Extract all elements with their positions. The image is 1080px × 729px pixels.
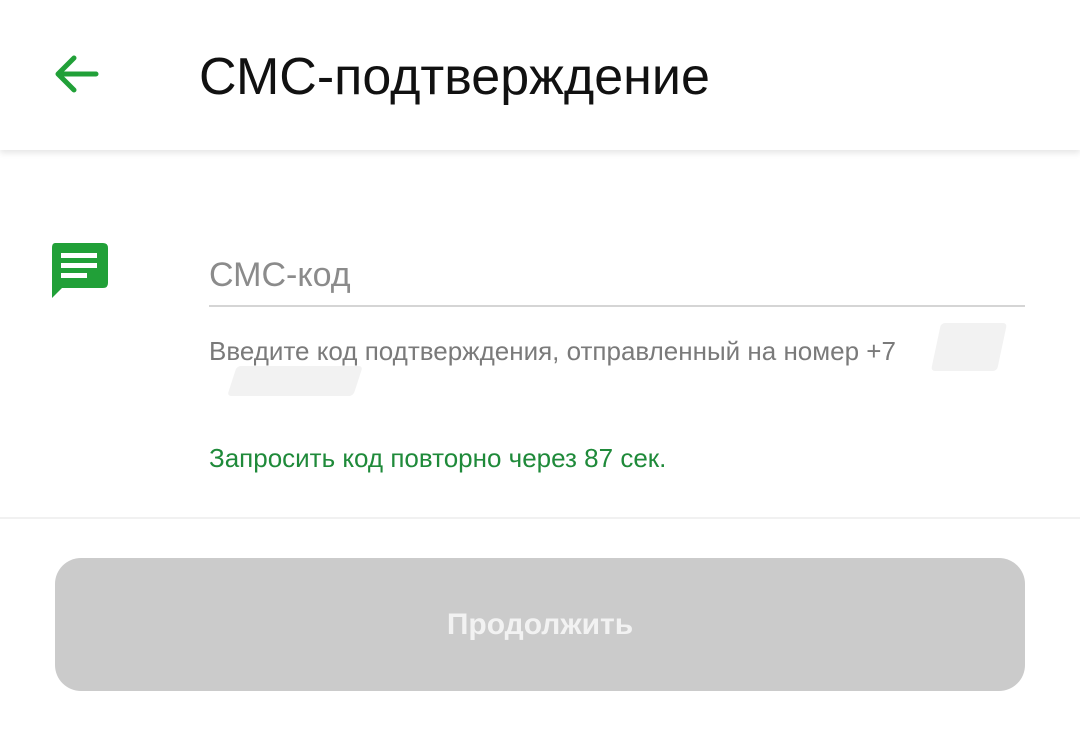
code-hint-text: Введите код подтверждения, отправленный … — [209, 336, 896, 366]
section-divider — [0, 517, 1080, 519]
arrow-left-icon — [55, 55, 99, 93]
masked-phone-number-continued — [227, 366, 363, 396]
sms-code-input[interactable] — [209, 245, 1025, 307]
sms-code-form: Введите код подтверждения, отправленный … — [0, 153, 1080, 518]
sms-message-icon — [52, 243, 108, 298]
page-title: СМС-подтверждение — [199, 48, 710, 106]
app-bar: СМС-подтверждение — [0, 0, 1080, 150]
masked-phone-number — [930, 323, 1008, 371]
back-button[interactable] — [38, 42, 114, 106]
continue-button[interactable]: Продолжить — [55, 558, 1025, 691]
sms-confirmation-screen: СМС-подтверждение Введите код подтвержде… — [0, 0, 1080, 729]
resend-code-countdown: Запросить код повторно через 87 сек. — [209, 443, 667, 473]
